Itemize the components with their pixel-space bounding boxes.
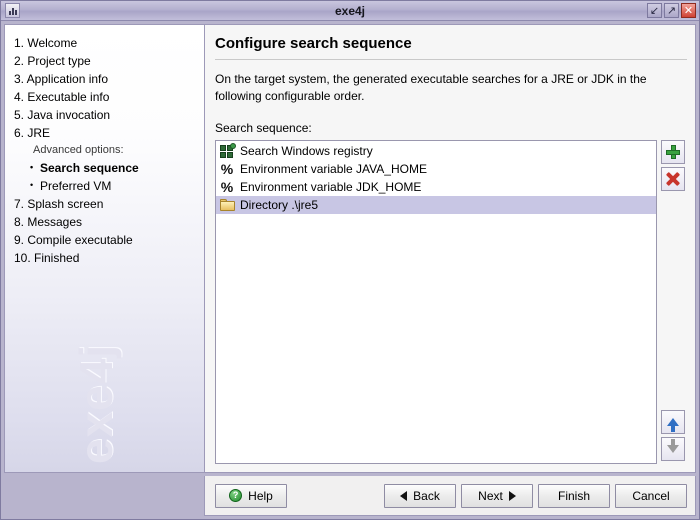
- sidebar-item-splash-screen[interactable]: 7. Splash screen: [14, 195, 204, 213]
- exe4j-watermark: exe4j: [69, 324, 123, 464]
- help-icon: ?: [229, 489, 242, 502]
- sidebar-item-search-sequence[interactable]: Search sequence: [14, 159, 204, 177]
- list-item-label: Directory .\jre5: [240, 198, 318, 212]
- move-up-button[interactable]: [661, 410, 685, 434]
- title-bar: exe4j ↙ ↗ ✕: [1, 1, 699, 21]
- sidebar-item-welcome[interactable]: 1. Welcome: [14, 34, 204, 52]
- next-button-label: Next: [478, 489, 503, 503]
- app-icon: [5, 3, 20, 18]
- percent-icon: %: [219, 179, 235, 195]
- wizard-footer: ? Help Back Next Finish Cancel: [204, 476, 696, 516]
- list-item[interactable]: Directory .\jre5: [216, 196, 656, 214]
- cancel-button[interactable]: Cancel: [615, 484, 687, 508]
- sidebar-item-preferred-vm[interactable]: Preferred VM: [14, 177, 204, 195]
- chevron-right-icon: [509, 491, 516, 501]
- finish-button[interactable]: Finish: [538, 484, 610, 508]
- navigation-buttons: Back Next Finish Cancel: [384, 484, 687, 508]
- remove-entry-button[interactable]: [661, 167, 685, 191]
- x-mark-icon: [666, 172, 680, 186]
- sidebar-item-finished[interactable]: 10. Finished: [14, 249, 204, 267]
- close-icon[interactable]: ✕: [681, 3, 696, 18]
- list-item-label: Environment variable JAVA_HOME: [240, 162, 427, 176]
- wizard-steps-sidebar: 1. Welcome 2. Project type 3. Applicatio…: [4, 24, 204, 473]
- help-button-label: Help: [248, 489, 273, 503]
- window-body: 1. Welcome 2. Project type 3. Applicatio…: [1, 21, 699, 476]
- list-item[interactable]: Search Windows registry: [216, 142, 656, 160]
- application-window: exe4j ↙ ↗ ✕ 1. Welcome 2. Project type 3…: [0, 0, 700, 520]
- chevron-left-icon: [400, 491, 407, 501]
- search-sequence-area: Search Windows registry % Environment va…: [215, 140, 687, 464]
- minimize-icon[interactable]: ↙: [647, 3, 662, 18]
- list-item[interactable]: % Environment variable JAVA_HOME: [216, 160, 656, 178]
- sidebar-item-messages[interactable]: 8. Messages: [14, 213, 204, 231]
- sidebar-item-jre[interactable]: 6. JRE: [14, 124, 204, 142]
- move-down-button[interactable]: [661, 437, 685, 461]
- window-title: exe4j: [1, 4, 699, 18]
- back-button-label: Back: [413, 489, 440, 503]
- list-item[interactable]: % Environment variable JDK_HOME: [216, 178, 656, 196]
- next-button[interactable]: Next: [461, 484, 533, 508]
- search-sequence-list[interactable]: Search Windows registry % Environment va…: [215, 140, 657, 464]
- title-divider: [215, 59, 687, 60]
- add-entry-button[interactable]: [661, 140, 685, 164]
- sidebar-item-compile-executable[interactable]: 9. Compile executable: [14, 231, 204, 249]
- search-sequence-label: Search sequence:: [215, 121, 687, 135]
- plus-icon: [666, 145, 680, 159]
- percent-icon: %: [219, 161, 235, 177]
- list-item-label: Search Windows registry: [240, 144, 373, 158]
- back-button[interactable]: Back: [384, 484, 456, 508]
- folder-icon: [219, 197, 235, 213]
- help-button[interactable]: ? Help: [215, 484, 287, 508]
- maximize-icon[interactable]: ↗: [664, 3, 679, 18]
- main-content-pane: Configure search sequence On the target …: [204, 24, 696, 473]
- list-toolbar: [661, 140, 687, 464]
- sidebar-item-java-invocation[interactable]: 5. Java invocation: [14, 106, 204, 124]
- sidebar-item-project-type[interactable]: 2. Project type: [14, 52, 204, 70]
- list-item-label: Environment variable JDK_HOME: [240, 180, 421, 194]
- arrow-down-icon: [667, 445, 679, 453]
- sidebar-advanced-options-label: Advanced options:: [14, 142, 204, 159]
- arrow-up-icon: [667, 418, 679, 426]
- page-description: On the target system, the generated exec…: [215, 71, 663, 105]
- sidebar-item-executable-info[interactable]: 4. Executable info: [14, 88, 204, 106]
- sidebar-item-application-info[interactable]: 3. Application info: [14, 70, 204, 88]
- toolbar-spacer: [661, 194, 687, 410]
- registry-icon: [219, 143, 235, 159]
- page-title: Configure search sequence: [215, 35, 687, 52]
- window-controls: ↙ ↗ ✕: [647, 3, 697, 18]
